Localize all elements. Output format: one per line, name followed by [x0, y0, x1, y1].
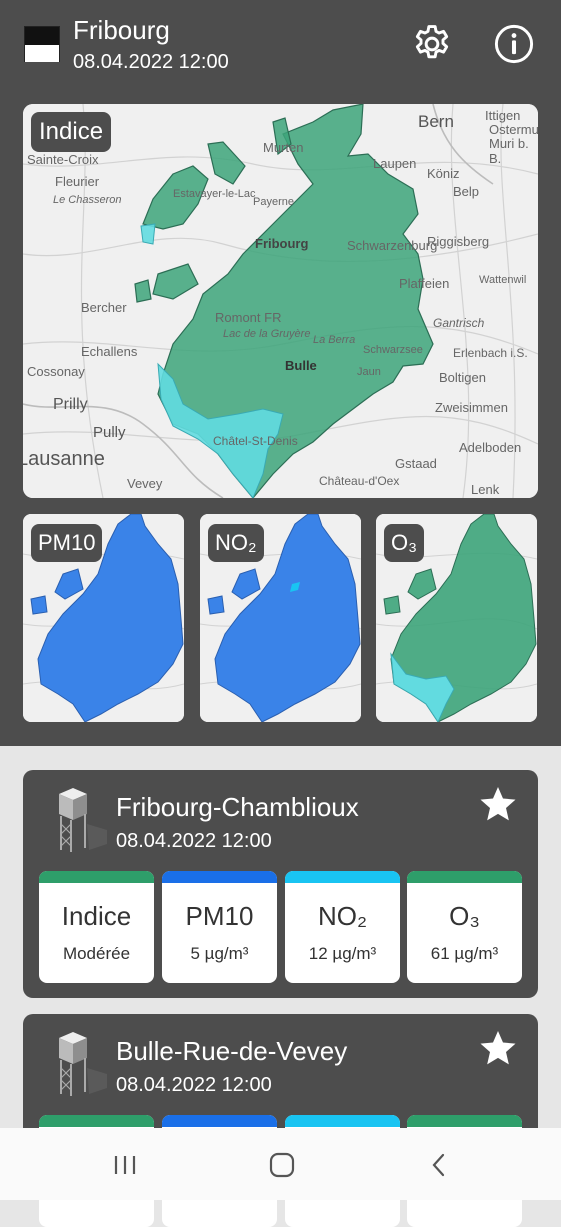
map-place-name: Plaffeien [399, 276, 450, 291]
pollutant-card-index[interactable]: Indice Modérée [39, 871, 154, 983]
map-place-name: Adelboden [459, 440, 522, 455]
map-label-pm10: PM10 [31, 524, 103, 562]
station-name: Bulle-Rue-de-Vevey [116, 1036, 348, 1066]
station-datetime: 08.04.2022 12:00 [116, 830, 272, 852]
map-place-name: Boltigen [439, 370, 486, 385]
map-place-name: Prilly [53, 396, 88, 413]
back-icon[interactable] [424, 1150, 454, 1180]
map-place-name: Schwarzenburg [347, 238, 438, 253]
map-place-name: Murten [263, 140, 304, 155]
pollutant-value: 61 µg/m³ [430, 944, 499, 963]
recent-apps-icon[interactable] [110, 1150, 140, 1180]
pollutant-card-no2[interactable]: NO₂ 12 µg/m³ [285, 871, 400, 983]
map-place-name: Zweisimmen [435, 400, 508, 415]
map-label-no2: NO₂ [208, 524, 264, 562]
map-place-name: Ostermundigen [489, 122, 538, 137]
index-map[interactable]: Indice Bern Ittigen Ostermundigen Muri b… [23, 104, 538, 498]
pollutant-cards: Indice Modérée PM10 5 µg/m³ NO₂ 12 µg/m³… [39, 871, 522, 983]
map-place-name: Riggisberg [427, 234, 490, 249]
map-place-name: Romont FR [215, 310, 282, 325]
map-place-name: Fribourg [255, 236, 309, 251]
level-bar [39, 871, 154, 883]
station-datetime: 08.04.2022 12:00 [116, 1074, 272, 1096]
map-place-name: Schwarzsee [363, 344, 423, 356]
pollutant-name: NO₂ [317, 901, 368, 931]
map-place-name: Ittigen [485, 108, 521, 123]
map-place-name: Muri b. B. [489, 136, 529, 166]
map-label-index: Indice [31, 112, 112, 152]
pollutant-value: 12 µg/m³ [308, 944, 377, 963]
info-icon[interactable] [492, 22, 536, 66]
map-place-name: Lenk [471, 482, 500, 497]
map-place-name: Payerne [253, 196, 294, 208]
map-place-name: Pully [93, 424, 126, 441]
map-place-name: Sainte-Croix [27, 152, 99, 167]
station-card[interactable]: Fribourg-Chamblioux 08.04.2022 12:00 Ind… [23, 770, 538, 998]
level-bar [407, 871, 522, 883]
pollutant-card-o3[interactable]: O₃ 61 µg/m³ [407, 871, 522, 983]
map-place-name: Laupen [373, 156, 417, 171]
map-place-name: Lac de la Gruyère [223, 328, 311, 340]
pollutant-name: PM10 [185, 901, 254, 931]
pollutant-value: Modérée [62, 944, 131, 963]
map-place-name: Vevey [127, 476, 163, 491]
pollutant-card-pm10[interactable]: PM10 5 µg/m³ [162, 871, 277, 983]
map-place-name: Echallens [81, 344, 138, 359]
map-place-name: Fleurier [55, 174, 100, 189]
top-panel: Fribourg 08.04.2022 12:00 Indice Bern It… [0, 0, 561, 746]
page-datetime: 08.04.2022 12:00 [73, 51, 229, 73]
map-place-name: Gstaad [395, 456, 437, 471]
map-place-name: Wattenwil [479, 274, 527, 286]
map-place-name: Bercher [81, 300, 127, 315]
home-icon[interactable] [267, 1150, 297, 1180]
system-nav-bar [0, 1128, 561, 1200]
map-place-name: Le Chasseron [53, 194, 122, 206]
map-place-name: Lausanne [23, 448, 105, 470]
map-place-name: Erlenbach i.S. [453, 346, 528, 360]
pollutant-name: Indice [61, 901, 132, 931]
gear-icon[interactable] [410, 22, 454, 66]
map-place-name: Estavayer-le-Lac [173, 188, 256, 200]
map-place-name: Jaun [357, 366, 381, 378]
app-header: Fribourg 08.04.2022 12:00 [0, 0, 561, 90]
map-label-o3: O₃ [384, 524, 425, 562]
o3-map[interactable]: O₃ [376, 514, 537, 722]
map-place-name: Cossonay [27, 364, 85, 379]
map-place-name: Köniz [427, 166, 460, 181]
map-place-name: Belp [453, 184, 480, 199]
map-place-name: Château-d'Oex [319, 474, 400, 488]
station-tower-icon [59, 788, 107, 852]
pm10-map[interactable]: PM10 [23, 514, 184, 722]
level-bar [285, 871, 400, 883]
pollutant-value: 5 µg/m³ [190, 944, 249, 963]
station-tower-icon [59, 1032, 107, 1096]
map-place-name: Gantrisch [433, 316, 485, 330]
fribourg-flag-icon [24, 26, 60, 62]
pollutant-name: O₃ [449, 901, 480, 931]
level-bar [162, 871, 277, 883]
map-place-name: Châtel-St-Denis [213, 434, 298, 448]
star-icon[interactable] [478, 784, 518, 824]
map-place-name: Bulle [285, 358, 317, 373]
station-name: Fribourg-Chamblioux [116, 792, 359, 822]
page-title: Fribourg [73, 15, 170, 45]
map-place-name: La Berra [313, 334, 356, 346]
no2-map[interactable]: NO₂ [200, 514, 361, 722]
star-icon[interactable] [478, 1028, 518, 1068]
map-place-name: Bern [418, 112, 454, 131]
